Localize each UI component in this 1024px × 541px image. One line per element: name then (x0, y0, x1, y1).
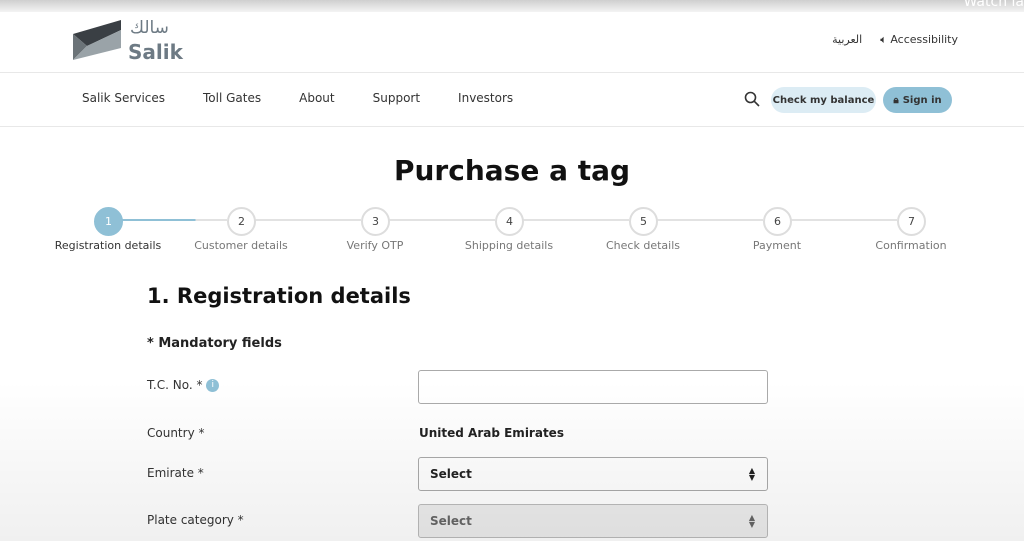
tc-label: T.C. No. * i (147, 378, 220, 392)
sign-in-button[interactable]: 🔒︎ Sign in (883, 87, 952, 113)
step-4-label: Shipping details (464, 239, 554, 252)
country-value: United Arab Emirates (419, 426, 564, 440)
step-7-label: Confirmation (875, 239, 947, 252)
section-heading: 1. Registration details (147, 284, 411, 308)
main-nav: Salik Services Toll Gates About Support … (82, 91, 513, 105)
plate-select-value: Select (430, 514, 472, 528)
updown-chevron-icon: ▲ ▼ (748, 466, 755, 482)
step-2-label: Customer details (194, 239, 288, 252)
nav-about[interactable]: About (299, 91, 334, 105)
step-1-label: Registration details (54, 239, 162, 252)
tc-number-input[interactable] (418, 370, 768, 404)
step-7-circle: 7 (897, 207, 926, 236)
country-label: Country * (147, 426, 205, 440)
step-4-circle: 4 (495, 207, 524, 236)
nav-salik-services[interactable]: Salik Services (82, 91, 165, 105)
logo-text: Salik (128, 40, 183, 64)
step-6-label: Payment (752, 239, 802, 252)
step-3-label: Verify OTP (346, 239, 404, 252)
watch-later-text: Watch la (963, 0, 1024, 10)
updown-chevron-icon: ▲ ▼ (748, 513, 755, 529)
check-balance-button[interactable]: Check my balance (771, 87, 876, 113)
step-3-circle: 3 (361, 207, 390, 236)
step-5-circle: 5 (629, 207, 658, 236)
stepper-connector (523, 219, 629, 221)
page-title: Purchase a tag (393, 154, 631, 187)
step-6-circle: 6 (763, 207, 792, 236)
stepper-connector (255, 219, 361, 221)
info-icon[interactable]: i (206, 379, 220, 392)
logo-arabic: سالك (130, 18, 169, 38)
accessibility-link[interactable]: 🔈︎ Accessibility (880, 33, 958, 47)
mandatory-note: * Mandatory fields (147, 336, 282, 351)
nav-investors[interactable]: Investors (458, 91, 513, 105)
tc-label-text: T.C. No. * (147, 378, 203, 392)
stepper-connector (122, 219, 227, 221)
step-5-label: Check details (606, 239, 680, 252)
emirate-select[interactable]: Select ▲ ▼ (418, 457, 768, 491)
emirate-select-value: Select (430, 467, 472, 481)
stepper-connector (791, 219, 897, 221)
plate-category-select[interactable]: Select ▲ ▼ (418, 504, 768, 538)
emirate-label: Emirate * (147, 466, 204, 480)
accessibility-label: Accessibility (890, 33, 958, 46)
search-icon[interactable] (744, 91, 760, 107)
nav-divider (0, 126, 1024, 127)
stepper-connector (389, 219, 495, 221)
header-divider (0, 72, 1024, 73)
video-top-band: Watch la (0, 0, 1024, 12)
step-2-circle: 2 (227, 207, 256, 236)
lock-icon: 🔒︎ (893, 94, 899, 106)
sign-in-label: Sign in (902, 94, 942, 106)
nav-toll-gates[interactable]: Toll Gates (203, 91, 261, 105)
arabic-language-link[interactable]: العربية (832, 33, 862, 47)
step-1-circle: 1 (94, 207, 123, 236)
stepper-connector (657, 219, 763, 221)
nav-support[interactable]: Support (373, 91, 420, 105)
plate-category-label: Plate category * (147, 513, 244, 527)
speaker-icon: 🔈︎ (880, 33, 887, 46)
